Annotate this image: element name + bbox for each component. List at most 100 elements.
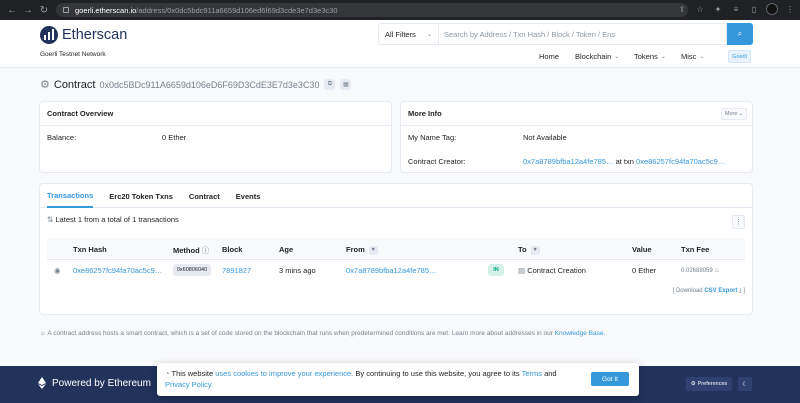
more-info-card: More Info More ⌄ My Name Tag: Not Availa…	[400, 101, 753, 173]
cookie-icon: ◔	[165, 369, 170, 378]
creator-address-link[interactable]: 0x7a8789bfba12a4fe785…	[523, 157, 614, 166]
col-block: Block	[222, 245, 243, 254]
browser-chrome: ← → ↻ goerli.etherscan.io/address/0x0dc5…	[0, 0, 800, 20]
from-address-link[interactable]: 0x7a8789bfba12a4fe785…	[346, 266, 437, 275]
address-bar[interactable]: goerli.etherscan.io/address/0x0dc5bdc911…	[56, 3, 688, 17]
tab-contract[interactable]: Contract	[189, 184, 220, 208]
block-link[interactable]: 7891827	[222, 266, 251, 275]
gear-icon: ⚙	[690, 381, 696, 387]
search-placeholder: Search by Address / Txn Hash / Block / T…	[444, 29, 616, 39]
contract-creation-icon: ▤	[518, 266, 526, 275]
txn-hash-link[interactable]: 0xe86257fc94fa70ac5c9…	[73, 266, 162, 275]
search-button[interactable]: ⌕	[727, 23, 753, 45]
qr-code-icon[interactable]: ▦	[340, 79, 352, 90]
preferences-label: Preferences	[697, 381, 728, 387]
network-badge[interactable]: Goerli	[728, 50, 751, 63]
copy-icon[interactable]: ⧉	[324, 79, 336, 90]
txn-fee-value: 0.02688059 ♨	[681, 267, 720, 274]
gas-pump-icon: ♨	[714, 268, 720, 274]
browser-menu-icon[interactable]: ⋮	[784, 3, 796, 15]
chevron-down-icon: ⌄	[738, 111, 744, 117]
profile-avatar[interactable]	[766, 3, 778, 15]
chevron-down-icon: ⌄	[660, 54, 666, 60]
filter-icon[interactable]: ▼	[530, 245, 540, 255]
nav-tokens[interactable]: Tokens ⌄	[634, 52, 666, 61]
cookie-prefix: This website	[171, 369, 214, 378]
nav-home[interactable]: Home	[539, 52, 559, 61]
nav-blockchain-label: Blockchain	[575, 52, 612, 61]
terms-link[interactable]: Terms	[522, 369, 542, 378]
lightbulb-icon: ☼	[40, 330, 46, 337]
address-info-note: ☼ A contract address hosts a smart contr…	[40, 330, 605, 337]
site-header: Etherscan Goerli Testnet Network All Fil…	[0, 20, 800, 68]
share-icon[interactable]: ⇪	[676, 3, 688, 15]
transactions-card: Transactions Erc20 Token Txns Contract E…	[39, 183, 753, 315]
got-it-button[interactable]: Got It	[591, 372, 629, 386]
page-title: ⚙ Contract 0x0dc5BDc911A6659d106eD6F69D3…	[40, 78, 352, 91]
back-icon[interactable]: ←	[4, 5, 20, 16]
download-suffix: ]	[743, 288, 745, 294]
reload-icon[interactable]: ↻	[36, 5, 52, 16]
creator-label: Contract Creator:	[408, 157, 466, 166]
csv-export-link[interactable]: CSV Export	[704, 288, 737, 294]
search-filter-select[interactable]: All Filters ⌄	[378, 23, 439, 45]
moon-icon: ☾	[742, 381, 748, 388]
to-value: ▤ Contract Creation	[518, 266, 586, 275]
url-path: /address/0x0dc5bdc911a6659d106ed6f69d3cd…	[136, 5, 338, 15]
nav-blockchain[interactable]: Blockchain ⌄	[575, 52, 619, 61]
contract-address: 0x0dc5BDc911A6659d106eD6F69D3CdE3E7d3e3C…	[99, 79, 320, 90]
contract-icon: ⚙	[40, 79, 50, 91]
privacy-policy-link[interactable]: Privacy Policy.	[165, 380, 213, 389]
dark-mode-toggle[interactable]: ☾	[738, 377, 752, 391]
to-label: Contract Creation	[527, 266, 586, 275]
download-prefix: [ Download	[672, 288, 703, 294]
tab-transactions[interactable]: Transactions	[47, 184, 94, 208]
nav-tokens-label: Tokens	[634, 52, 658, 61]
note-text: A contract address hosts a smart contrac…	[47, 330, 553, 337]
logo-text: Etherscan	[62, 27, 128, 43]
card-header: More Info More ⌄	[401, 102, 752, 126]
extensions-icon[interactable]: ✦	[712, 3, 724, 15]
cookie-message: ◔ This website uses cookies to improve y…	[165, 368, 575, 390]
chevron-down-icon: ⌄	[614, 54, 620, 60]
forward-icon[interactable]: →	[20, 5, 36, 16]
value-amount: 0 Ether	[632, 266, 657, 275]
more-dropdown-button[interactable]: More ⌄	[721, 108, 747, 120]
card-title: More Info	[408, 109, 442, 118]
col-to: To ▼	[518, 245, 540, 255]
creator-info: 0x7a8789bfba12a4fe785… at txn 0xe86257fc…	[523, 157, 725, 166]
tab-list: Transactions Erc20 Token Txns Contract E…	[47, 184, 260, 208]
more-options-button[interactable]: ⋮	[732, 215, 745, 229]
sort-icon: ⇅	[47, 215, 54, 224]
col-age-toggle[interactable]: Age	[279, 245, 293, 254]
star-icon[interactable]: ☆	[694, 3, 706, 15]
cookie-policy-link[interactable]: uses cookies to improve your experience.	[215, 369, 353, 378]
info-icon[interactable]: ⓘ	[202, 246, 210, 255]
knowledge-base-link[interactable]: Knowledge Base.	[555, 330, 606, 337]
download-csv: [ Download CSV Export ⤓ ]	[673, 288, 745, 295]
ethereum-icon	[38, 377, 46, 389]
media-icon[interactable]: ≡	[730, 3, 742, 15]
col-txn-fee-toggle[interactable]: Txn Fee	[681, 245, 709, 254]
col-from-label: From	[346, 245, 365, 254]
col-value: Value	[632, 245, 652, 254]
nav-misc[interactable]: Misc ⌄	[681, 52, 704, 61]
preferences-button[interactable]: ⚙ Preferences	[686, 377, 732, 391]
sidepanel-icon[interactable]: ▯	[748, 3, 760, 15]
filter-icon[interactable]: ▼	[368, 245, 378, 255]
method-badge: 0x60806040	[173, 264, 211, 276]
name-tag-value: Not Available	[523, 133, 567, 142]
etherscan-logo[interactable]: Etherscan	[40, 26, 127, 44]
url-host: goerli.etherscan.io	[75, 5, 137, 15]
eye-icon[interactable]: ◉	[54, 266, 61, 275]
col-txn-hash: Txn Hash	[73, 245, 107, 254]
tab-events[interactable]: Events	[236, 184, 261, 208]
nav-home-label: Home	[539, 52, 560, 61]
search-input[interactable]: Search by Address / Txn Hash / Block / T…	[439, 23, 727, 45]
tx-summary: ⇅ Latest 1 from a total of 1 transaction…	[47, 215, 179, 224]
tab-erc20-token-txns[interactable]: Erc20 Token Txns	[109, 184, 173, 208]
col-to-label: To	[518, 245, 527, 254]
cookie-and: and	[544, 369, 557, 378]
creator-txn-link[interactable]: 0xe86257fc94fa70ac5c9…	[636, 157, 725, 166]
creator-at-label: at txn	[615, 157, 634, 166]
